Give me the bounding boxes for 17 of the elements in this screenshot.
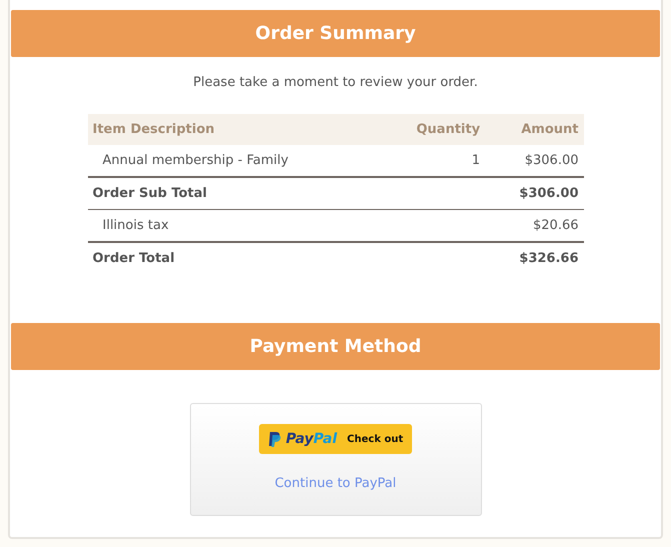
intro-text: Please take a moment to review your order.: [192, 75, 479, 90]
column-header: Item Description: [88, 114, 380, 145]
column-header: Quantity: [380, 114, 486, 145]
amount: $306.00: [524, 153, 578, 168]
paypal-logo-icon: [268, 430, 282, 448]
quantity: 1: [472, 153, 480, 168]
item-description: Annual membership - Family: [102, 153, 288, 168]
amount: $306.00: [519, 186, 578, 201]
section-header: Payment Method: [11, 323, 660, 370]
amount: $326.66: [519, 251, 578, 266]
column-header: Amount: [485, 114, 584, 145]
item-description: Illinois tax: [102, 218, 169, 233]
total-label: Order Total: [92, 251, 175, 266]
total-label: Order Sub Total: [92, 186, 207, 201]
amount: $20.66: [533, 218, 578, 233]
section-header: Order Summary: [11, 10, 660, 57]
paypal-checkout-button[interactable]: PayPal Check out: [259, 424, 412, 454]
